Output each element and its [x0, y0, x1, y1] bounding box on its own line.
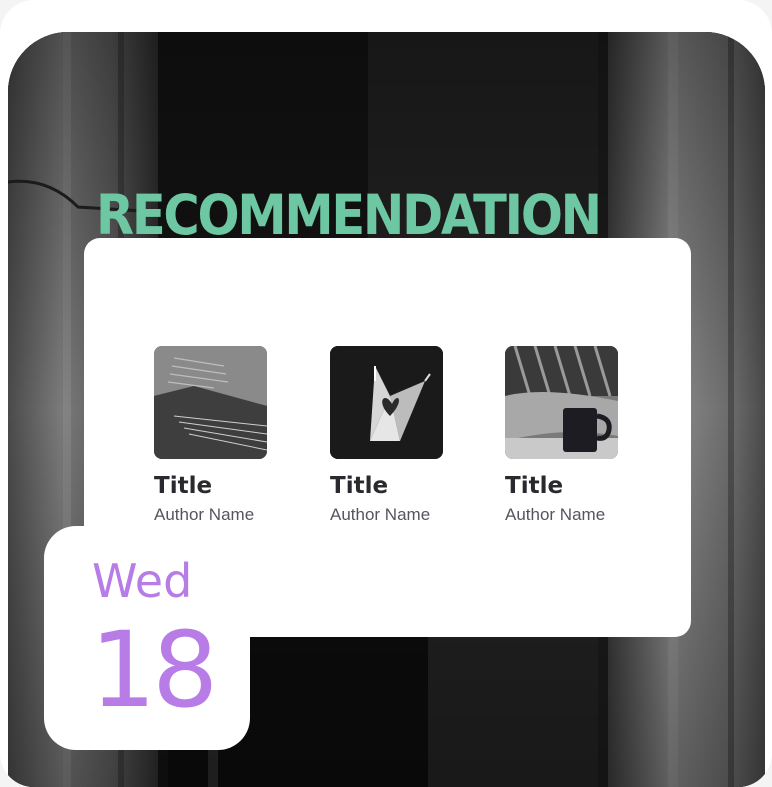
date-day-number: 18 — [90, 609, 218, 731]
date-weekday: Wed — [92, 554, 193, 608]
book-item[interactable]: Title Author Name — [505, 346, 665, 523]
book-cover-image — [505, 346, 618, 459]
book-author: Author Name — [330, 505, 431, 524]
book-author: Author Name — [154, 505, 255, 524]
book-title: Title — [330, 473, 389, 499]
date-badge: Wed 18 — [44, 526, 250, 750]
book-title: Title — [505, 473, 564, 499]
book-author: Author Name — [505, 505, 606, 524]
book-item[interactable]: Title Author Name — [154, 346, 314, 523]
recommendation-widget: RECOMMENDATION Title Author Name Title A… — [0, 0, 772, 787]
book-cover-image — [330, 346, 443, 459]
book-item[interactable]: Title Author Name — [330, 346, 490, 523]
book-cover-image — [154, 346, 267, 459]
book-title: Title — [154, 473, 213, 499]
recommendation-heading: RECOMMENDATION — [96, 183, 602, 247]
